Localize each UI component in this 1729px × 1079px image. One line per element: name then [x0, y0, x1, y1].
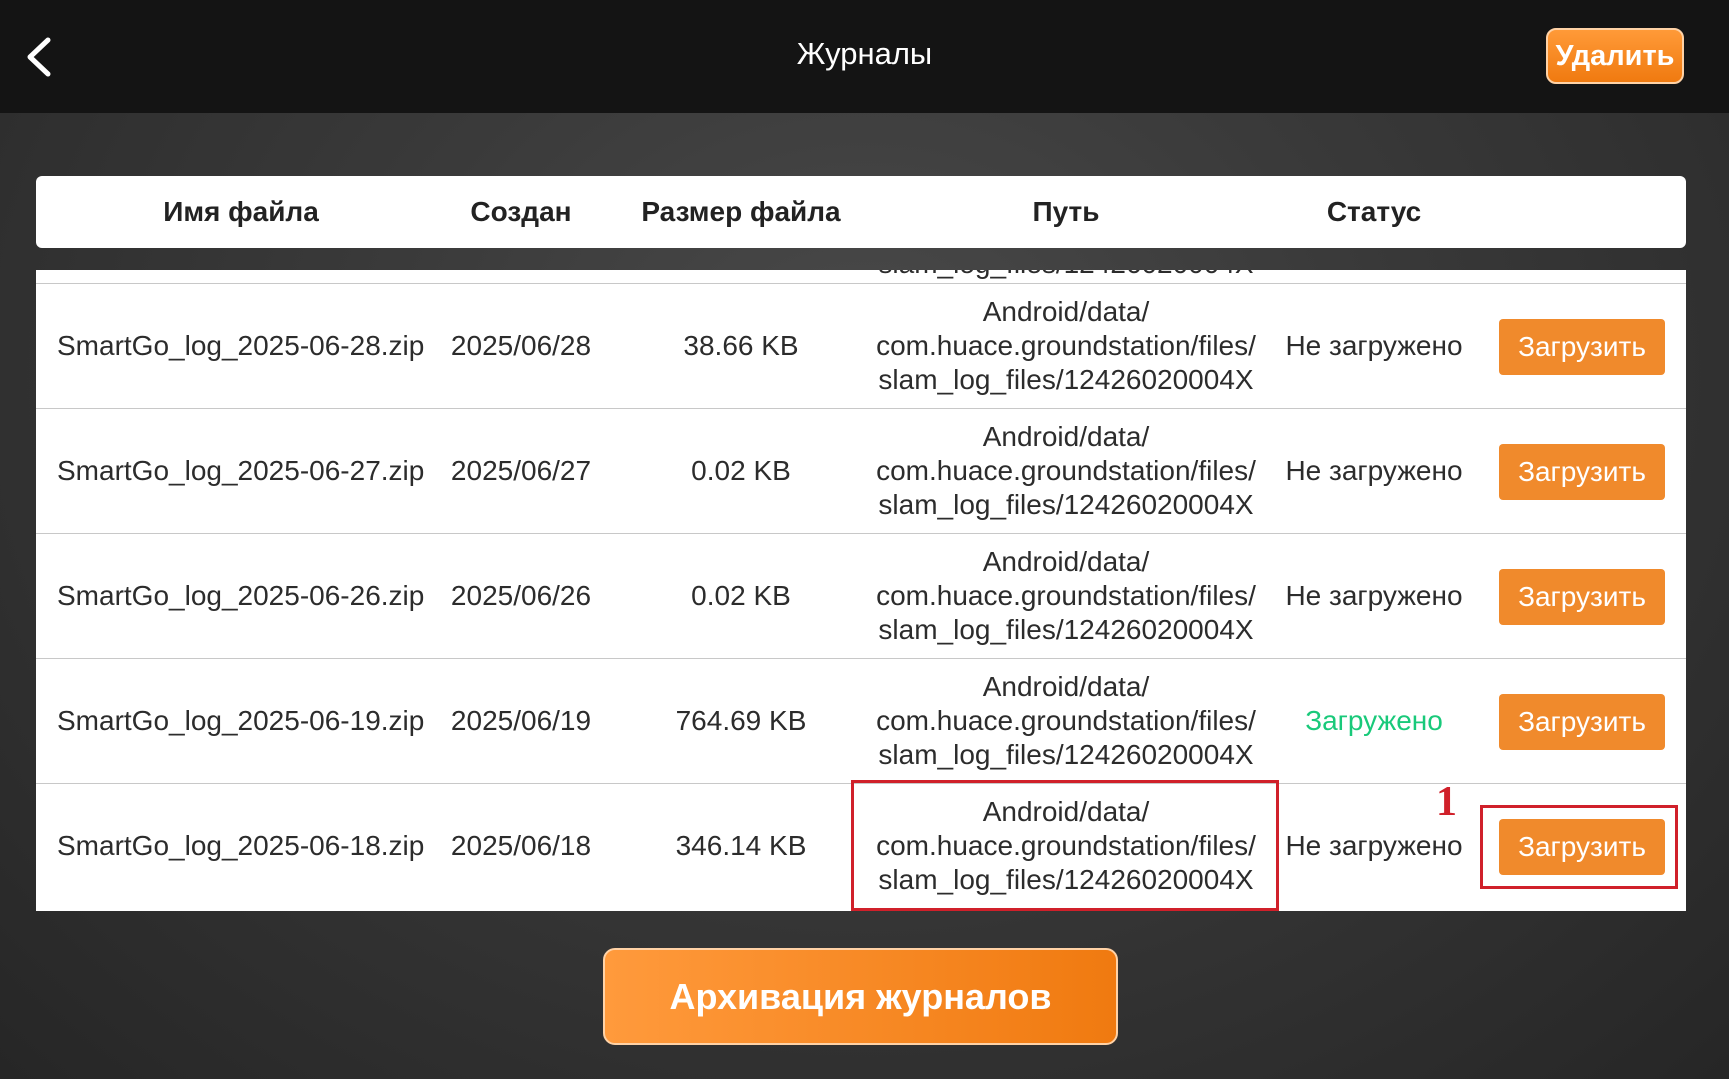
created-cell: 2025/06/28 — [450, 330, 592, 361]
file-name-cell: SmartGo_log_2025-06-26.zip — [57, 580, 425, 611]
table-row[interactable]: SmartGo_log_2025-06-28.zip 2025/06/28 38… — [36, 283, 1686, 408]
column-header-file-name: Имя файла — [163, 196, 319, 227]
path-cell: Android/data/ com.huace.groundstation/fi… — [876, 546, 1256, 645]
table-row[interactable]: SmartGo_log_2025-06-19.zip 2025/06/19 76… — [36, 658, 1686, 783]
path-cell: Android/data/ com.huace.groundstation/fi… — [876, 421, 1256, 520]
table-row[interactable]: SmartGo_log_2025-06-27.zip 2025/06/27 0.… — [36, 408, 1686, 533]
created-cell: 2025/06/19 — [450, 705, 592, 736]
file-size-cell: 0.02 KB — [691, 455, 791, 486]
path-cell: Android/data/ com.huace.groundstation/fi… — [876, 796, 1256, 895]
upload-button[interactable]: Загрузить — [1499, 694, 1665, 750]
file-size-cell: 764.69 KB — [675, 705, 807, 736]
status-cell: Не загружено — [1285, 580, 1463, 611]
file-size-cell: 346.14 KB — [675, 830, 807, 861]
table-header: Имя файла Создан Размер файла Путь Стату… — [36, 176, 1686, 248]
path-cell: Android/data/ com.huace.groundstation/fi… — [876, 296, 1256, 395]
upload-button[interactable]: Загрузить — [1499, 319, 1665, 375]
upload-button[interactable]: Загрузить — [1499, 569, 1665, 625]
delete-button[interactable]: Удалить — [1546, 28, 1684, 84]
created-cell: 2025/06/26 — [450, 580, 592, 611]
created-cell: 2025/06/27 — [450, 455, 592, 486]
archive-logs-button[interactable]: Архивация журналов — [603, 948, 1118, 1045]
file-size-cell: 0.02 KB — [691, 580, 791, 611]
created-cell: 2025/06/18 — [450, 830, 592, 861]
status-cell: Загружено — [1305, 705, 1443, 736]
path-cell: Android/data/ com.huace.groundstation/fi… — [876, 671, 1256, 770]
file-name-cell: SmartGo_log_2025-06-18.zip — [57, 830, 425, 861]
upload-button[interactable]: Загрузить — [1499, 819, 1665, 875]
status-cell: Не загружено — [1285, 330, 1463, 361]
file-size-cell: 38.66 KB — [683, 330, 799, 361]
column-header-status: Статус — [1326, 196, 1422, 227]
page-title: Журналы — [796, 36, 933, 71]
top-bar: Журналы Удалить — [0, 0, 1729, 113]
status-cell: Не загружено — [1285, 455, 1463, 486]
file-name-cell: SmartGo_log_2025-06-27.zip — [57, 455, 425, 486]
column-header-file-size: Размер файла — [641, 196, 841, 227]
upload-button[interactable]: Загрузить — [1499, 444, 1665, 500]
column-header-created: Создан — [470, 196, 572, 227]
table-row[interactable]: SmartGo_log_2025-06-26.zip 2025/06/26 0.… — [36, 533, 1686, 658]
column-header-path: Путь — [1032, 196, 1100, 227]
file-name-cell: SmartGo_log_2025-06-19.zip — [57, 705, 425, 736]
file-name-cell: SmartGo_log_2025-06-28.zip — [57, 330, 425, 361]
step-marker: 1 — [1436, 779, 1457, 825]
